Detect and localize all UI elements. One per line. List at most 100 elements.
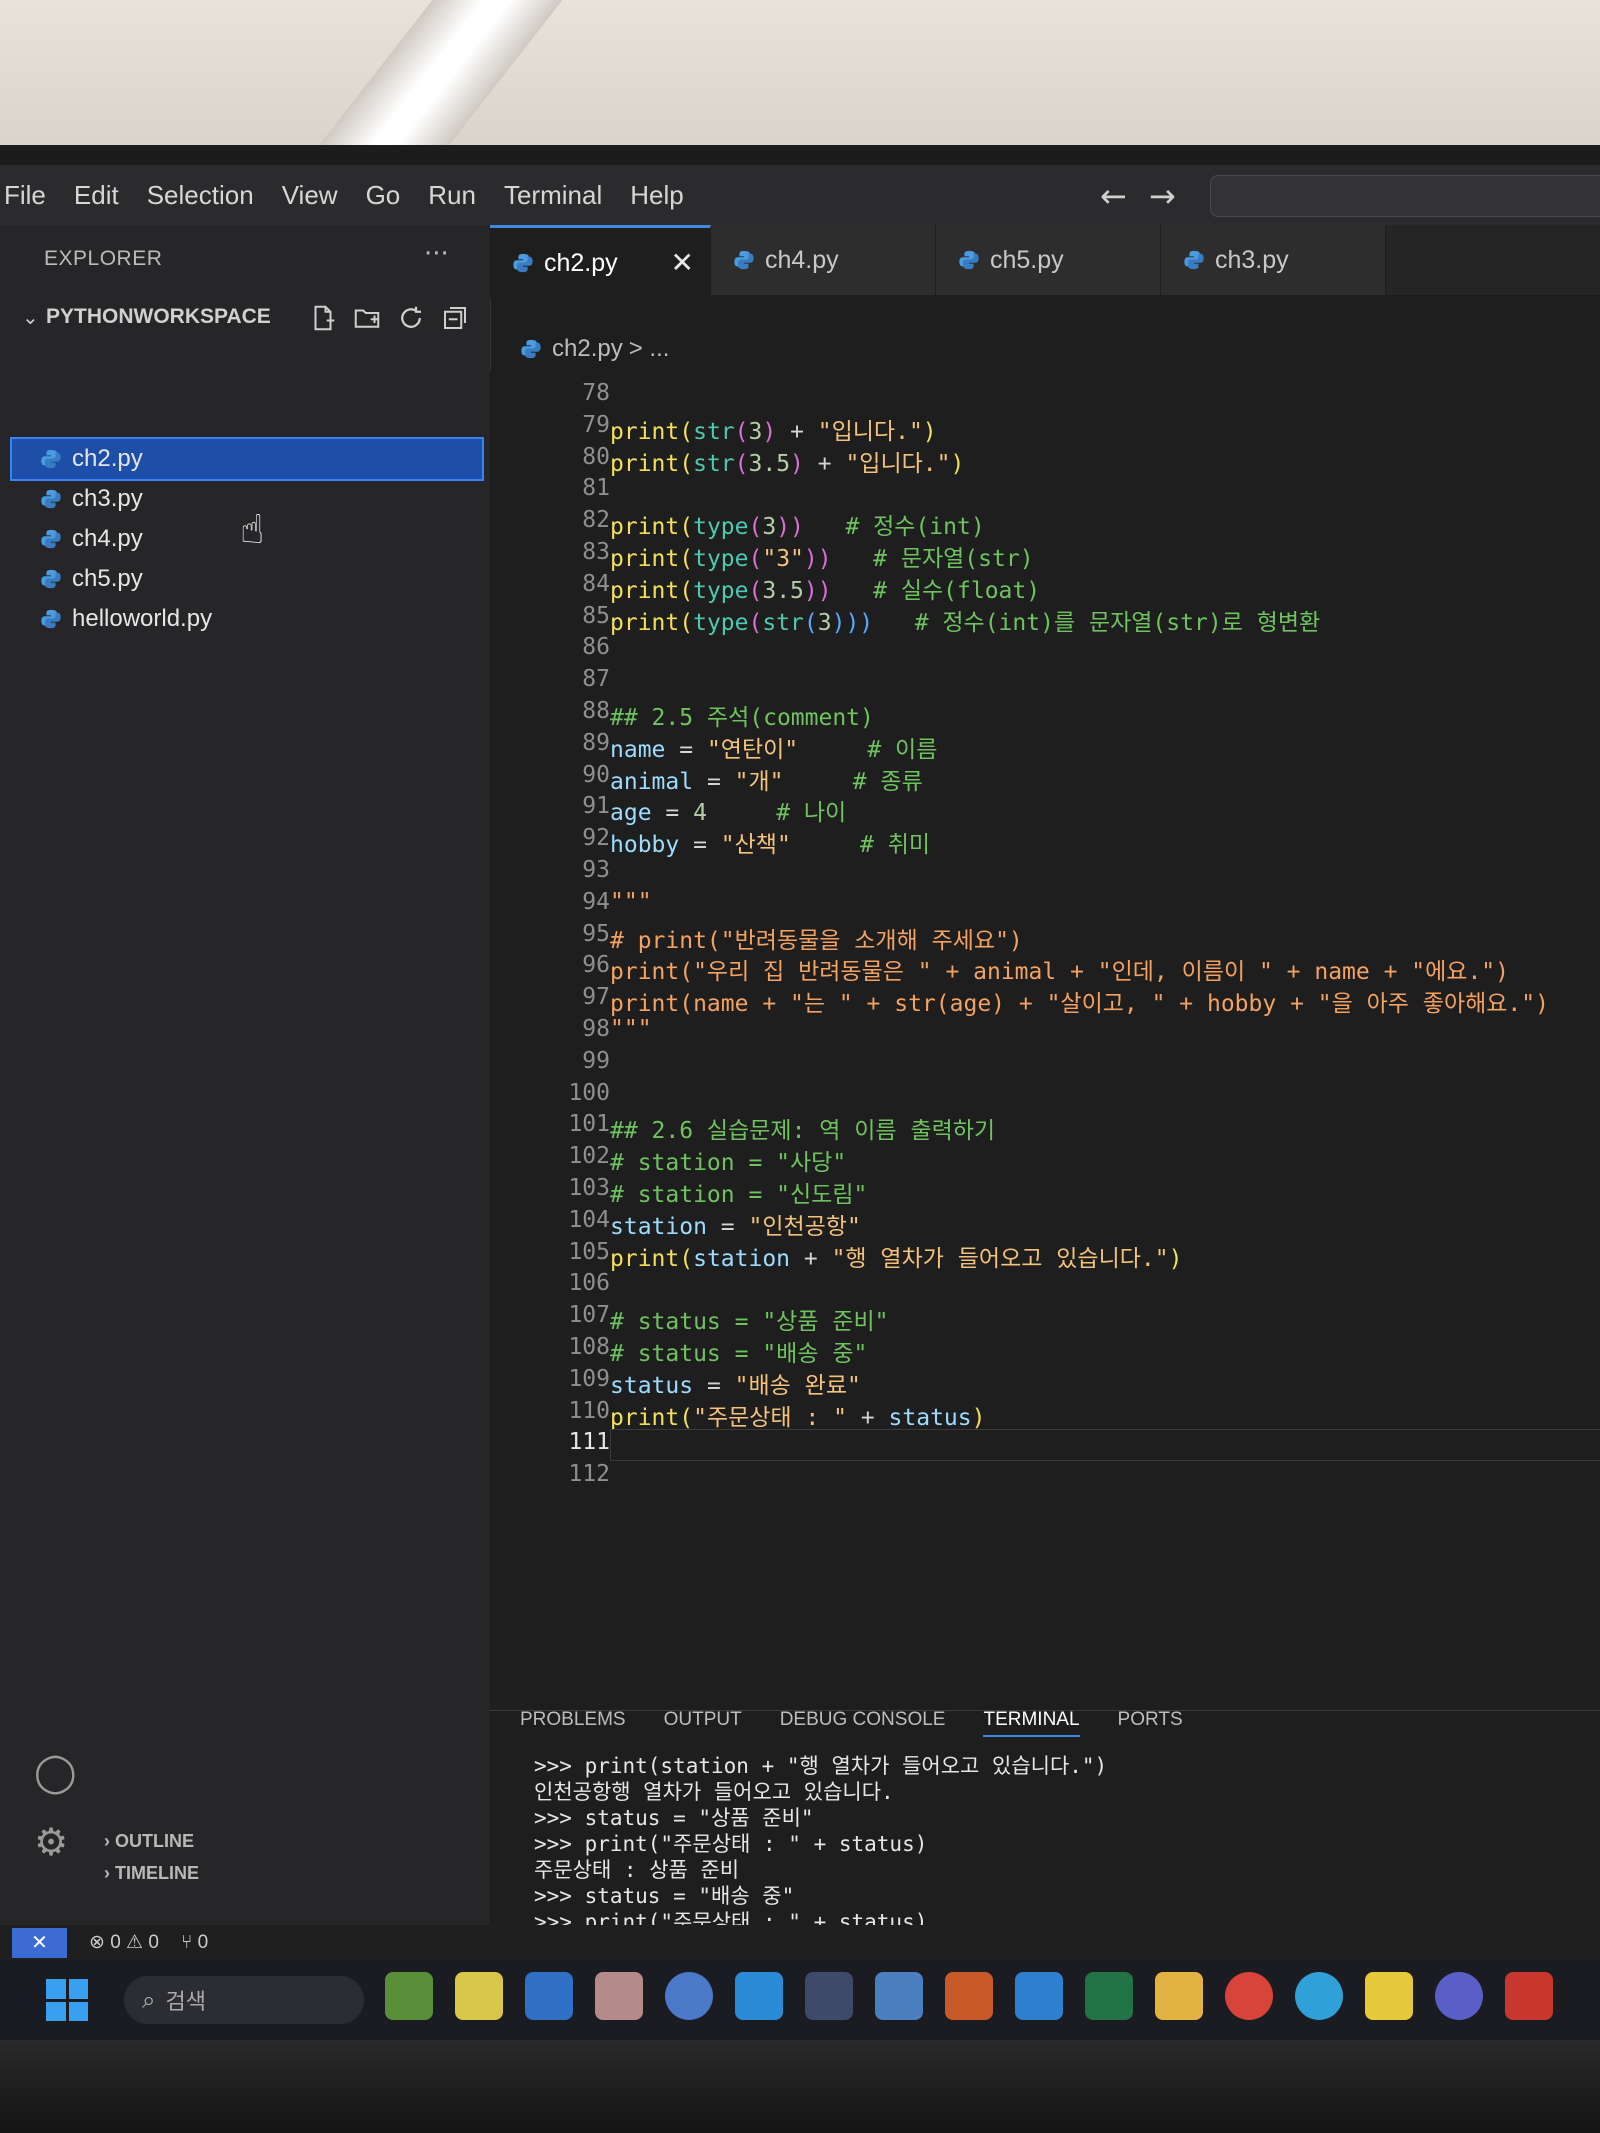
code-line[interactable]: 93 [490, 857, 1600, 887]
code-line[interactable]: 100 [490, 1080, 1600, 1110]
code-text: print(str(3.5) + "입니다.") [610, 444, 964, 478]
tab-problems[interactable]: PROBLEMS [520, 1709, 626, 1737]
code-line[interactable]: 83 print(type("3")) # 문자열(str) [490, 539, 1600, 572]
code-line[interactable]: 79 print(str(3) + "입니다.") [490, 412, 1600, 445]
chrome-icon[interactable] [1225, 1972, 1273, 2020]
code-token: type [693, 546, 749, 572]
menu-selection[interactable]: Selection [133, 180, 268, 211]
menu-run[interactable]: Run [414, 180, 490, 211]
menu-terminal[interactable]: Terminal [490, 180, 616, 211]
breadcrumb-rest[interactable]: > ... [629, 335, 670, 363]
forward-arrow-icon[interactable]: → [1149, 177, 1176, 215]
code-line[interactable]: 96 print("우리 집 반려동물은 " + animal + "인데, 이름… [490, 952, 1600, 985]
file-item-ch5[interactable]: ch5.py [12, 559, 482, 599]
gear-icon[interactable]: ⚙ [34, 1820, 68, 1864]
matlab-icon[interactable] [945, 1972, 993, 2020]
tab-terminal[interactable]: TERMINAL [983, 1709, 1080, 1737]
folder-icon[interactable] [1155, 1972, 1203, 2020]
code-line[interactable]: 91 age = 4 # 나이 [490, 793, 1600, 826]
hangul-icon[interactable] [1015, 1972, 1063, 2020]
code-line[interactable]: 87 [490, 666, 1600, 696]
code-line[interactable]: 78 [490, 380, 1600, 410]
media-icon[interactable] [595, 1972, 643, 2020]
remote-indicator[interactable]: ✕ [12, 1927, 67, 1958]
code-line[interactable]: 101 ## 2.6 실습문제: 역 이름 출력하기 [490, 1111, 1600, 1144]
back-arrow-icon[interactable]: ← [1100, 177, 1127, 215]
code-line[interactable]: 82 print(type(3)) # 정수(int) [490, 507, 1600, 541]
new-folder-icon[interactable] [352, 303, 382, 333]
code-line[interactable]: 110 print("주문상태 : " + status) [490, 1398, 1600, 1431]
code-line[interactable]: 95 # print("반려동물을 소개해 주세요") [490, 921, 1600, 954]
pdf-icon[interactable] [1505, 1972, 1553, 2020]
ports-status[interactable]: ⑂ 0 [181, 1932, 208, 1954]
file-item-helloworld[interactable]: helloworld.py [12, 599, 482, 639]
windows-start-icon[interactable] [46, 1979, 88, 2021]
sticky-notes-icon[interactable] [1365, 1972, 1413, 2020]
tab-ch3[interactable]: ch3.py [1161, 225, 1386, 295]
code-line[interactable]: 104 station = "인천공항" [490, 1207, 1600, 1240]
code-token: print( [610, 514, 694, 541]
code-line[interactable]: 106 [490, 1270, 1600, 1300]
tab-ch2[interactable]: ch2.py ✕ [490, 225, 711, 298]
code-line[interactable]: 86 [490, 634, 1600, 664]
widgets-icon[interactable] [385, 1972, 433, 2020]
refresh-icon[interactable] [396, 303, 426, 333]
code-editor[interactable]: 78 79 print(str(3) + "입니다.") 80 print(str(3.… [490, 370, 1600, 1710]
menu-go[interactable]: Go [352, 180, 415, 211]
vscode-icon[interactable] [735, 1972, 783, 2020]
code-line[interactable]: 109 status = "배송 완료" [490, 1366, 1600, 1399]
uc-icon[interactable] [1435, 1972, 1483, 2020]
menu-view[interactable]: View [268, 180, 352, 211]
menu-edit[interactable]: Edit [60, 180, 133, 211]
code-line[interactable]: 111 [490, 1429, 1600, 1462]
more-actions-icon[interactable]: ··· [424, 239, 449, 269]
code-line[interactable]: 99 [490, 1048, 1600, 1078]
file-item-ch2[interactable]: ch2.py [10, 437, 484, 481]
tab-ch5[interactable]: ch5.py [936, 225, 1161, 295]
code-line[interactable]: 102 # station = "사당" [490, 1143, 1600, 1176]
code-line[interactable]: 112 [490, 1461, 1600, 1491]
code-line[interactable]: 88 ## 2.5 주석(comment) [490, 698, 1600, 731]
code-line[interactable]: 81 [490, 475, 1600, 505]
code-line[interactable]: 92 hobby = "산책" # 취미 [490, 825, 1600, 858]
chart-app-icon[interactable] [875, 1972, 923, 2020]
chevron-down-icon[interactable]: ⌄ [22, 305, 39, 329]
code-line[interactable]: 108 # status = "배송 중" [490, 1334, 1600, 1367]
taskbar-search[interactable]: ⌕ 검색 [124, 1976, 364, 2024]
line-number: 89 [582, 729, 610, 756]
outlook-icon[interactable] [525, 1972, 573, 2020]
workspace-header[interactable]: ⌄ PYTHONWORKSPACE [12, 301, 490, 337]
tab-ch4[interactable]: ch4.py [711, 225, 936, 295]
command-center-search[interactable] [1210, 175, 1600, 217]
tab-ports[interactable]: PORTS [1118, 1709, 1183, 1737]
code-line[interactable]: 94 """ [490, 889, 1600, 919]
code-token: status [888, 1404, 972, 1431]
code-line[interactable]: 90 animal = "개" # 종류 [490, 762, 1600, 795]
outline-section[interactable]: › OUTLINE [104, 1831, 194, 1852]
account-icon[interactable]: ◯ [34, 1750, 77, 1794]
timeline-section[interactable]: › TIMELINE [104, 1863, 199, 1884]
code-line[interactable]: 107 # status = "상품 준비" [490, 1302, 1600, 1335]
collapse-all-icon[interactable] [440, 303, 470, 333]
menu-file[interactable]: File [0, 180, 60, 211]
menu-help[interactable]: Help [616, 180, 697, 211]
code-line[interactable]: 80 print(str(3.5) + "입니다.") [490, 444, 1600, 477]
apps-grid-icon[interactable] [805, 1972, 853, 2020]
r-icon[interactable] [665, 1972, 713, 2020]
new-file-icon[interactable] [308, 303, 338, 333]
code-line[interactable]: 105 print(station + "행 열차가 들어오고 있습니다.") [490, 1239, 1600, 1272]
code-line[interactable]: 85 print(type(str(3))) # 정수(int)를 문자열(str… [490, 603, 1600, 636]
problems-status[interactable]: ⊗ 0 ⚠ 0 [89, 1931, 159, 1954]
edge-icon[interactable] [1295, 1972, 1343, 2020]
excel-icon[interactable] [1085, 1972, 1133, 2020]
close-icon[interactable]: ✕ [671, 246, 694, 279]
breadcrumb-file[interactable]: ch2.py [552, 335, 623, 363]
code-line[interactable]: 98 """ [490, 1016, 1600, 1046]
code-line[interactable]: 89 name = "연탄이" # 이름 [490, 729, 1600, 763]
code-line[interactable]: 84 print(type(3.5)) # 실수(float) [490, 571, 1600, 604]
tab-output[interactable]: OUTPUT [664, 1709, 742, 1737]
tab-debug-console[interactable]: DEBUG CONSOLE [780, 1709, 946, 1737]
code-line[interactable]: 103 # station = "신도림" [490, 1175, 1600, 1208]
app-icon-yellow[interactable] [455, 1972, 503, 2020]
code-line[interactable]: 97 print(name + "는 " + str(age) + "살이고, "… [490, 984, 1600, 1017]
